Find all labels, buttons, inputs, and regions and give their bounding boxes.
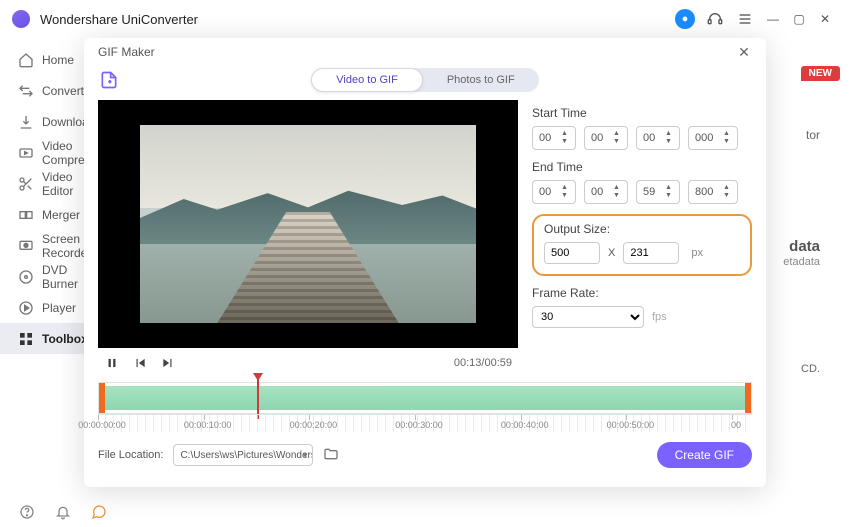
tab-video-to-gif[interactable]: Video to GIF xyxy=(311,68,423,92)
start-hour-input[interactable]: 00▲▼ xyxy=(532,126,576,150)
frame-rate-select[interactable]: 30 xyxy=(532,306,644,328)
timeline-handle-left[interactable] xyxy=(99,383,105,413)
tab-photos-to-gif[interactable]: Photos to GIF xyxy=(423,68,539,92)
output-width-input[interactable] xyxy=(544,242,600,264)
video-thumbnail xyxy=(140,125,476,323)
sidebar-item-label: Home xyxy=(42,53,74,67)
close-window-button[interactable]: ✕ xyxy=(812,8,838,30)
merge-icon xyxy=(18,207,34,223)
gif-maker-dialog: GIF Maker ✕ Video to GIF Photos to GIF xyxy=(84,38,766,487)
pause-button[interactable] xyxy=(104,355,120,371)
start-ms-input[interactable]: 000▲▼ xyxy=(688,126,738,150)
menu-icon[interactable] xyxy=(734,8,756,30)
playhead[interactable] xyxy=(257,375,259,419)
record-icon xyxy=(18,238,34,254)
bg-partial-text: CD. xyxy=(801,363,820,375)
start-min-input[interactable]: 00▲▼ xyxy=(584,126,628,150)
create-gif-button[interactable]: Create GIF xyxy=(657,442,752,468)
add-file-button[interactable] xyxy=(98,69,120,91)
bell-icon[interactable] xyxy=(54,503,72,521)
sidebar-item-label: DVD Burner xyxy=(42,263,84,291)
sidebar-item-download[interactable]: Download xyxy=(0,106,84,137)
fps-label: fps xyxy=(652,311,667,323)
file-location-select[interactable]: C:\Users\ws\Pictures\Wonders xyxy=(173,444,313,466)
headset-icon[interactable] xyxy=(704,8,726,30)
sidebar-item-merger[interactable]: Merger xyxy=(0,199,84,230)
app-title: Wondershare UniConverter xyxy=(40,12,198,27)
mode-tabs: Video to GIF Photos to GIF xyxy=(311,68,538,92)
sidebar-item-home[interactable]: Home xyxy=(0,44,84,75)
stepper-icon[interactable]: ▲▼ xyxy=(665,128,677,148)
end-sec-input[interactable]: 59▲▼ xyxy=(636,180,680,204)
new-badge: NEW xyxy=(801,66,840,81)
account-avatar[interactable]: ● xyxy=(674,8,696,30)
download-icon xyxy=(18,114,34,130)
next-frame-button[interactable] xyxy=(160,355,176,371)
bg-partial-text: etadata xyxy=(783,256,820,268)
sidebar-item-toolbox[interactable]: Toolbox xyxy=(0,323,84,354)
size-x-label: X xyxy=(608,247,615,259)
stepper-icon[interactable]: ▲▼ xyxy=(723,128,735,148)
timeline-selection xyxy=(103,386,747,410)
sidebar: Home Converter Download Video Compressor… xyxy=(0,38,84,497)
end-time-label: End Time xyxy=(532,160,752,174)
help-icon[interactable] xyxy=(18,503,36,521)
end-hour-input[interactable]: 00▲▼ xyxy=(532,180,576,204)
sidebar-item-label: Player xyxy=(42,301,76,315)
dialog-title: GIF Maker xyxy=(98,45,155,59)
file-location-label: File Location: xyxy=(98,449,163,461)
sidebar-item-label: Video Editor xyxy=(42,170,84,198)
disc-icon xyxy=(18,269,34,285)
stepper-icon[interactable]: ▲▼ xyxy=(561,182,573,202)
end-min-input[interactable]: 00▲▼ xyxy=(584,180,628,204)
grid-icon xyxy=(18,331,34,347)
home-icon xyxy=(18,52,34,68)
close-dialog-button[interactable]: ✕ xyxy=(736,44,752,61)
start-time-label: Start Time xyxy=(532,106,752,120)
timeline-ruler: 00:00:00:00 00:00:10:00 00:00:20:00 00:0… xyxy=(98,414,752,432)
scissors-icon xyxy=(18,176,34,192)
playback-time: 00:13/00:59 xyxy=(454,357,512,369)
feedback-icon[interactable] xyxy=(90,503,108,521)
sidebar-item-video-compressor[interactable]: Video Compressor xyxy=(0,137,84,168)
bg-partial-text: tor xyxy=(806,128,820,142)
app-logo xyxy=(12,10,30,28)
size-px-label: px xyxy=(691,247,703,259)
end-ms-input[interactable]: 800▲▼ xyxy=(688,180,738,204)
start-sec-input[interactable]: 00▲▼ xyxy=(636,126,680,150)
bg-partial-text: data xyxy=(789,238,820,255)
open-folder-button[interactable] xyxy=(323,446,341,464)
sidebar-item-label: Merger xyxy=(42,208,80,222)
timeline-handle-right[interactable] xyxy=(745,383,751,413)
sidebar-item-converter[interactable]: Converter xyxy=(0,75,84,106)
prev-frame-button[interactable] xyxy=(132,355,148,371)
converter-icon xyxy=(18,83,34,99)
sidebar-item-label: Toolbox xyxy=(42,332,88,346)
stepper-icon[interactable]: ▲▼ xyxy=(613,182,625,202)
sidebar-item-player[interactable]: Player xyxy=(0,292,84,323)
output-height-input[interactable] xyxy=(623,242,679,264)
frame-rate-label: Frame Rate: xyxy=(532,286,752,300)
video-preview[interactable] xyxy=(98,100,518,348)
stepper-icon[interactable]: ▲▼ xyxy=(613,128,625,148)
sidebar-item-video-editor[interactable]: Video Editor xyxy=(0,168,84,199)
maximize-button[interactable]: ▢ xyxy=(786,8,812,30)
compress-icon xyxy=(18,145,34,161)
stepper-icon[interactable]: ▲▼ xyxy=(561,128,573,148)
minimize-button[interactable]: — xyxy=(760,8,786,30)
sidebar-item-dvd-burner[interactable]: DVD Burner xyxy=(0,261,84,292)
play-icon xyxy=(18,300,34,316)
stepper-icon[interactable]: ▲▼ xyxy=(723,182,735,202)
stepper-icon[interactable]: ▲▼ xyxy=(665,182,677,202)
timeline[interactable] xyxy=(98,382,752,414)
sidebar-item-screen-recorder[interactable]: Screen Recorder xyxy=(0,230,84,261)
output-size-label: Output Size: xyxy=(544,222,740,236)
output-size-group: Output Size: X px xyxy=(532,214,752,276)
